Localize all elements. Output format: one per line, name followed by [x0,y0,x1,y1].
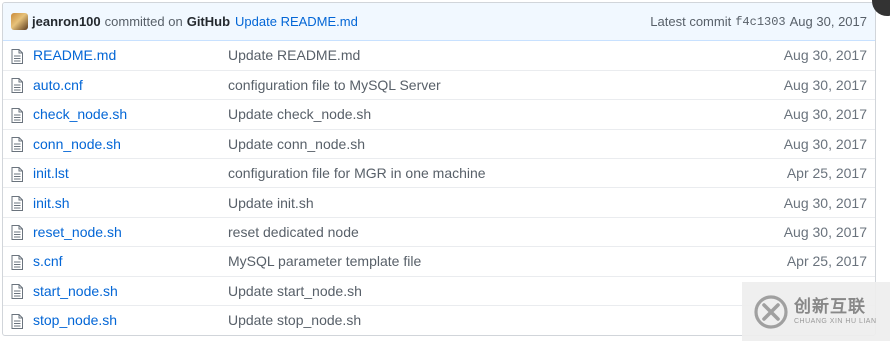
file-name-link[interactable]: start_node.sh [33,283,118,299]
file-name-link[interactable]: stop_node.sh [33,312,117,328]
file-icon [11,196,23,212]
author-avatar[interactable] [11,13,28,30]
file-icon [11,225,23,241]
committer-github[interactable]: GitHub [187,14,230,29]
file-row: s.cnf MySQL parameter template file Apr 25… [3,246,875,277]
file-icon [11,254,23,270]
file-row: conn_node.sh Update conn_node.sh Aug 30, 2… [3,128,875,159]
watermark-name: 创新互联 [794,297,866,316]
file-age: Aug 30, 2017 [705,69,875,100]
file-commit-message-link[interactable]: Update stop_node.sh [228,312,361,328]
file-commit-message-link[interactable]: Update init.sh [228,195,314,211]
file-icon [11,166,23,182]
file-name-link[interactable]: auto.cnf [33,77,83,93]
watermark-logo-icon [754,294,788,329]
file-commit-message-link[interactable]: Update conn_node.sh [228,136,365,152]
file-age: Apr 25, 2017 [705,158,875,188]
file-name-link[interactable]: check_node.sh [33,106,127,122]
file-row: init.lst configuration file for MGR in on… [3,158,875,188]
file-name-link[interactable]: README.md [33,47,116,63]
file-icon [11,78,23,94]
file-name-link[interactable]: reset_node.sh [33,224,122,240]
file-commit-message-link[interactable]: reset dedicated node [228,224,359,240]
file-age: Aug 30, 2017 [783,47,867,64]
file-age: Apr 25, 2017 [705,246,875,277]
commit-sha[interactable]: f4c1303 [735,15,785,29]
file-name-link[interactable]: init.lst [33,165,69,181]
file-icon [11,137,23,153]
file-name-link[interactable]: s.cnf [33,253,63,269]
file-row: auto.cnf configuration file to MySQL Serv… [3,69,875,100]
file-icon [11,107,23,123]
file-commit-message-link[interactable]: Update README.md [228,47,360,63]
commit-author[interactable]: jeanron100 [32,14,101,29]
file-icon [11,48,23,64]
file-icon [11,284,23,300]
latest-commit-bar: jeanron100 committed on GitHub Update RE… [3,3,875,41]
file-age: Aug 30, 2017 [705,128,875,159]
watermark-pinyin: CHUANG XIN HU LIAN [794,318,877,325]
file-name-link[interactable]: init.sh [33,195,70,211]
file-age: Aug 30, 2017 [705,99,875,130]
commit-message[interactable]: Update README.md [235,14,358,29]
file-commit-message-link[interactable]: configuration file for MGR in one machin… [228,165,486,181]
file-age: Aug 30, 2017 [705,187,875,218]
file-commit-message-link[interactable]: Update check_node.sh [228,106,371,122]
watermark: 创新互联 CHUANG XIN HU LIAN [742,282,890,341]
file-commit-message-link[interactable]: configuration file to MySQL Server [228,77,441,93]
file-age: Aug 30, 2017 [705,216,875,247]
latest-commit-label: Latest commit [650,14,732,29]
committed-label: committed on [104,14,183,29]
file-row: README.md Update README.md Aug 30, 2017 [3,41,875,70]
file-commit-message-link[interactable]: Update start_node.sh [228,283,362,299]
file-row: reset_node.sh reset dedicated node Aug 30,… [3,216,875,247]
file-icon [11,313,23,329]
file-row: check_node.sh Update check_node.sh Aug 30,… [3,99,875,130]
file-row: init.sh Update init.sh Aug 30, 2017 [3,187,875,218]
file-commit-message-link[interactable]: MySQL parameter template file [228,253,421,269]
commit-date: Aug 30, 2017 [789,14,867,29]
file-name-link[interactable]: conn_node.sh [33,136,121,152]
